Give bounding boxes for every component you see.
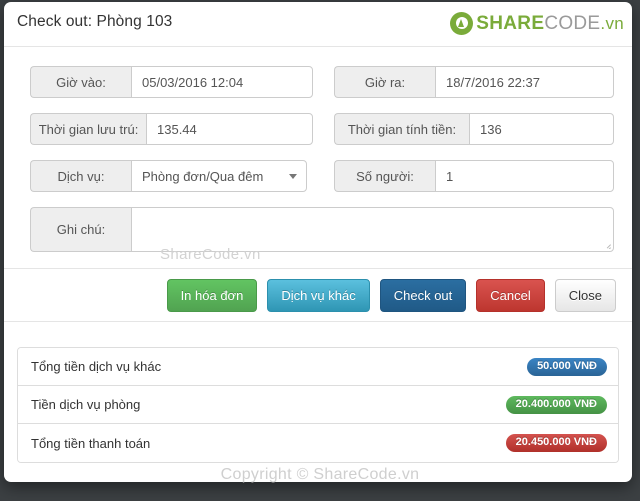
sharecode-logo: SHARECODE.vn xyxy=(450,9,624,37)
action-button-row: In hóa đơn Dịch vụ khác Check out Cancel… xyxy=(166,279,616,312)
list-item[interactable]: Tiền dịch vụ phòng 20.400.000 VNĐ xyxy=(18,386,618,424)
page-title: Check out: Phòng 103 xyxy=(17,13,173,30)
status-badge: 50.000 VNĐ xyxy=(527,357,607,376)
duration-input[interactable]: 135.44 xyxy=(146,113,313,145)
service-select[interactable]: Phòng đơn/Qua đêm xyxy=(131,160,307,192)
checkout-modal: Check out: Phòng 103 SHARECODE.vn Giờ và… xyxy=(4,2,632,482)
list-item[interactable]: Tổng tiền dịch vụ khác 50.000 VNĐ xyxy=(18,348,618,386)
field-group-billable-time: Thời gian tính tiền: 136 xyxy=(334,113,614,145)
recycle-logo-icon xyxy=(450,11,474,35)
duration-label: Thời gian lưu trú: xyxy=(30,113,146,145)
checkout-input[interactable]: 18/7/2016 22:37 xyxy=(435,66,614,98)
status-badge: 20.450.000 VNĐ xyxy=(505,434,607,452)
list-item-label: Tổng tiền dịch vụ khác xyxy=(31,359,162,374)
modal-body: Giờ vào: 05/03/2016 12:04 Giờ ra: 18/7/2… xyxy=(4,47,632,269)
modal-footer: In hóa đơn Dịch vụ khác Check out Cancel… xyxy=(4,269,632,322)
modal-header: Check out: Phòng 103 SHARECODE.vn xyxy=(4,2,632,47)
print-invoice-button[interactable]: In hóa đơn xyxy=(166,279,258,312)
resize-handle-icon[interactable] xyxy=(602,240,611,249)
billable-time-label: Thời gian tính tiền: xyxy=(334,113,469,145)
list-item-label: Tổng tiền thanh toán xyxy=(31,435,151,451)
billable-time-input[interactable]: 136 xyxy=(469,113,614,145)
guests-label: Số người: xyxy=(334,160,435,192)
field-group-checkin: Giờ vào: 05/03/2016 12:04 xyxy=(30,66,313,98)
checkin-input[interactable]: 05/03/2016 12:04 xyxy=(131,66,313,98)
close-button[interactable]: Close xyxy=(554,279,616,312)
note-label: Ghi chú: xyxy=(30,207,131,252)
field-group-checkout: Giờ ra: 18/7/2016 22:37 xyxy=(334,66,614,98)
list-item-label: Tiền dịch vụ phòng xyxy=(31,397,141,412)
totals-section: Tổng tiền dịch vụ khác 50.000 VNĐ Tiền d… xyxy=(17,347,619,463)
field-group-guests: Số người: 1 xyxy=(334,160,614,192)
note-textarea[interactable] xyxy=(131,207,614,252)
brand-text-share: SHARE xyxy=(476,12,545,34)
check-out-button[interactable]: Check out xyxy=(379,279,467,312)
checkout-label: Giờ ra: xyxy=(334,66,435,98)
chevron-down-icon xyxy=(289,174,297,179)
field-group-note: Ghi chú: xyxy=(30,207,614,252)
field-group-service: Dịch vụ: Phòng đơn/Qua đêm xyxy=(30,160,307,192)
service-select-value: Phòng đơn/Qua đêm xyxy=(142,168,264,184)
totals-list: Tổng tiền dịch vụ khác 50.000 VNĐ Tiền d… xyxy=(17,347,619,463)
brand-wordmark: SHARECODE.vn xyxy=(476,14,624,33)
other-service-button[interactable]: Dịch vụ khác xyxy=(267,279,370,312)
service-label: Dịch vụ: xyxy=(30,160,131,192)
checkin-label: Giờ vào: xyxy=(30,66,131,98)
status-badge: 20.400.000 VNĐ xyxy=(505,395,607,414)
brand-text-vn: .vn xyxy=(600,13,624,33)
brand-text-code: CODE xyxy=(544,12,601,34)
field-group-duration: Thời gian lưu trú: 135.44 xyxy=(30,113,313,145)
guests-input[interactable]: 1 xyxy=(435,160,614,192)
list-item[interactable]: Tổng tiền thanh toán 20.450.000 VNĐ xyxy=(18,424,618,462)
cancel-button[interactable]: Cancel xyxy=(476,279,545,312)
